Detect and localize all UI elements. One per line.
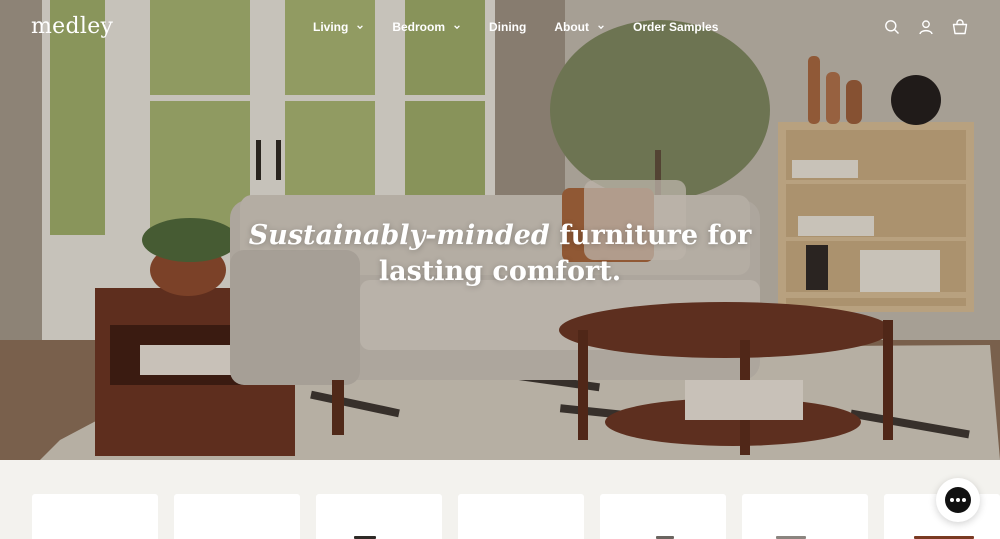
nav-item-bedroom[interactable]: Bedroom — [392, 20, 461, 34]
product-card[interactable] — [32, 494, 158, 539]
site-header: medley Living Bedroom Dining About Order… — [0, 0, 1000, 60]
cart-icon[interactable] — [952, 19, 968, 35]
account-icon[interactable] — [918, 19, 934, 35]
brand-logo[interactable]: medley — [31, 14, 113, 39]
product-card-strip — [0, 460, 1000, 539]
product-card[interactable] — [600, 494, 726, 539]
chat-button[interactable] — [936, 478, 980, 522]
chevron-down-icon — [598, 25, 604, 30]
nav-item-label: Bedroom — [392, 20, 446, 34]
hero-headline: Sustainably-minded furniture for lasting… — [0, 218, 1000, 290]
product-card[interactable] — [458, 494, 584, 539]
headline-line-2: lasting comfort. — [378, 256, 622, 287]
product-card[interactable] — [174, 494, 300, 539]
main-nav: Living Bedroom Dining About Order Sample… — [313, 20, 746, 34]
nav-item-label: Dining — [489, 20, 527, 34]
nav-item-label: Living — [313, 20, 349, 34]
chevron-down-icon — [357, 25, 364, 30]
product-card[interactable] — [316, 494, 442, 539]
headline-line-1: Sustainably-minded furniture for — [249, 220, 752, 251]
nav-item-dining[interactable]: Dining — [489, 20, 526, 34]
chat-icon — [945, 487, 971, 513]
nav-item-living[interactable]: Living — [313, 20, 364, 34]
search-icon[interactable] — [884, 19, 900, 35]
header-actions — [884, 19, 968, 35]
nav-item-label: Order Samples — [633, 20, 719, 34]
headline-italic: Sustainably-minded — [248, 220, 550, 251]
nav-item-order-samples[interactable]: Order Samples — [633, 20, 718, 34]
headline-rest: furniture for — [549, 220, 752, 251]
nav-item-about[interactable]: About — [554, 20, 605, 34]
nav-item-label: About — [554, 20, 589, 34]
chevron-down-icon — [454, 25, 460, 30]
product-card[interactable] — [742, 494, 868, 539]
